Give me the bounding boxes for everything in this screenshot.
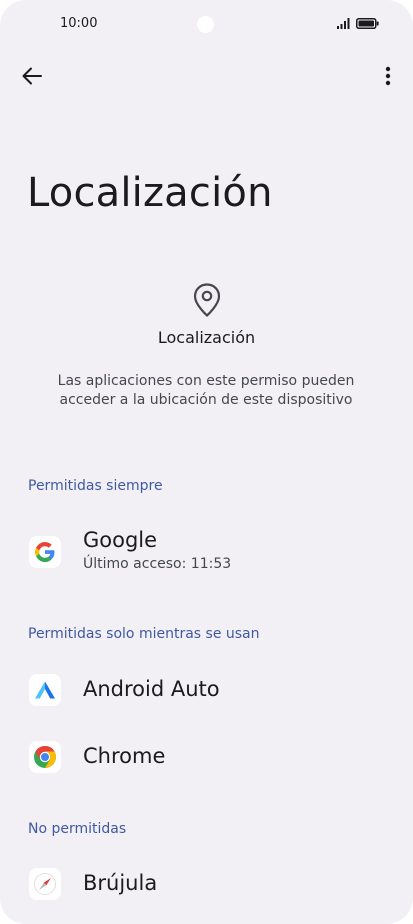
- permission-description: Las aplicaciones con este permiso pueden…: [57, 373, 355, 408]
- status-icons: [337, 18, 379, 29]
- signal-icon: [337, 18, 350, 29]
- app-name: Brújula: [83, 871, 158, 895]
- arrow-left-icon: [22, 67, 42, 85]
- app-row-brujula[interactable]: Brújula: [0, 852, 413, 916]
- section-label-always: Permitidas siempre: [28, 478, 163, 494]
- app-row-google[interactable]: Google Último acceso: 11:53: [0, 520, 413, 584]
- status-time: 10:00: [60, 16, 98, 31]
- app-name: Chrome: [83, 744, 166, 768]
- permission-name: Localización: [157, 328, 256, 347]
- app-name: Google: [83, 528, 158, 552]
- section-label-denied: No permitidas: [28, 821, 127, 837]
- app-row-android-auto[interactable]: Android Auto: [0, 658, 413, 722]
- more-vert-icon: [385, 66, 391, 86]
- battery-icon: [356, 18, 379, 29]
- location-pin-icon: [193, 283, 220, 317]
- android-auto-icon: [29, 674, 61, 706]
- app-row-chrome[interactable]: Chrome: [0, 725, 413, 789]
- google-icon: [29, 536, 61, 568]
- status-bar: 10:00: [0, 0, 413, 50]
- screen: 10:00 Localización Localización Las apli…: [0, 0, 413, 924]
- app-text-brujula: Brújula: [83, 871, 157, 895]
- chrome-icon: [29, 741, 61, 773]
- app-name: Android Auto: [83, 677, 220, 701]
- app-text-chrome: Chrome: [83, 744, 165, 768]
- app-text-android-auto: Android Auto: [83, 677, 220, 701]
- permission-header: Localización: [0, 282, 413, 347]
- more-options-button[interactable]: [375, 58, 401, 94]
- page-title: Localización: [27, 170, 273, 216]
- back-button[interactable]: [14, 58, 50, 94]
- app-last-access: Último acceso: 11:53: [83, 556, 232, 572]
- front-camera: [197, 16, 214, 33]
- compass-icon: [29, 868, 61, 900]
- section-label-while-in-use: Permitidas solo mientras se usan: [28, 626, 260, 642]
- app-text-google: Google Último acceso: 11:53: [83, 528, 231, 572]
